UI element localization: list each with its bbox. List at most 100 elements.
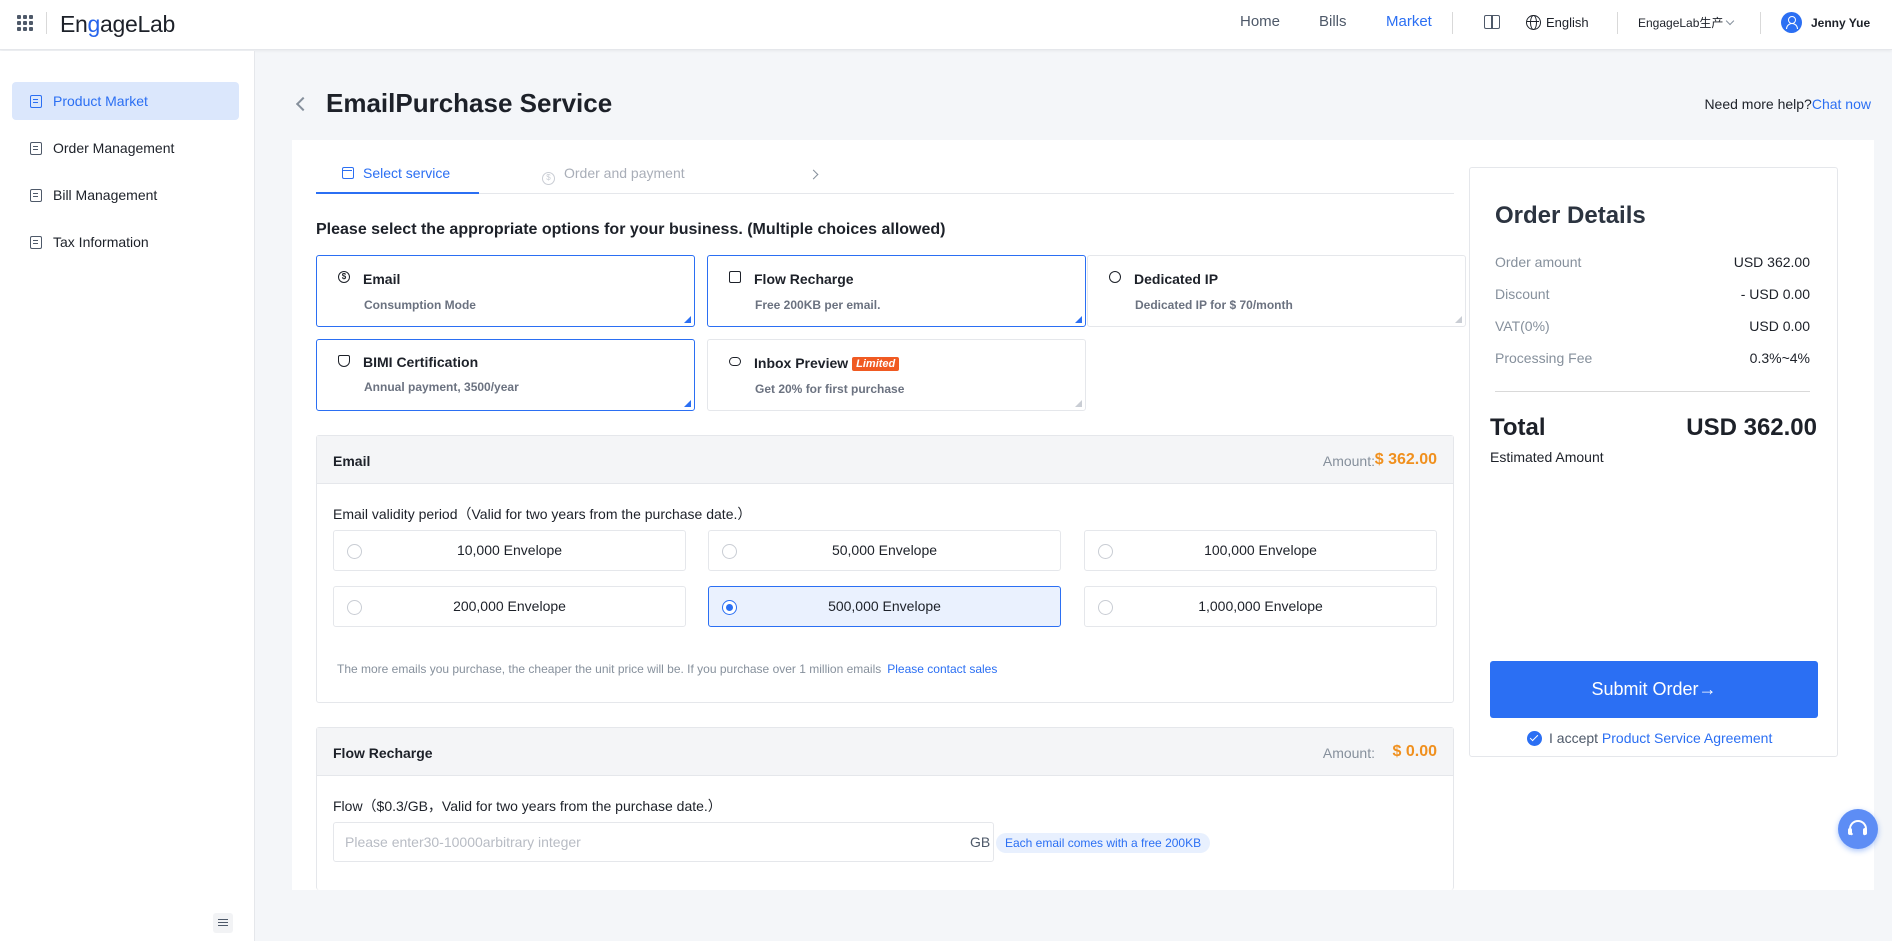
sidebar-item-label: Order Management bbox=[53, 140, 175, 156]
help-label: Need more help? bbox=[1704, 96, 1812, 112]
estimated-label: Estimated Amount bbox=[1490, 449, 1604, 465]
divider bbox=[1760, 12, 1761, 34]
total-label: Total bbox=[1490, 414, 1546, 441]
sidebar-item-label: Bill Management bbox=[53, 187, 158, 203]
option-subtitle: Annual payment, 3500/year bbox=[364, 380, 519, 394]
option-flow-recharge[interactable]: Flow Recharge Free 200KB per email. bbox=[707, 255, 1086, 327]
divider bbox=[46, 12, 47, 34]
divider bbox=[1452, 12, 1453, 34]
sidebar-item-label: Product Market bbox=[53, 93, 148, 109]
option-subtitle: Get 20% for first purchase bbox=[755, 382, 905, 396]
step-select-service[interactable]: Select service bbox=[316, 156, 479, 194]
radio-button[interactable] bbox=[722, 600, 737, 615]
collapse-sidebar-icon[interactable] bbox=[213, 913, 233, 933]
corner-icon bbox=[1455, 316, 1462, 323]
radio-button[interactable] bbox=[722, 544, 737, 559]
order-title: Order Details bbox=[1495, 202, 1646, 229]
option-title: Email bbox=[363, 271, 401, 287]
option-title: BIMI Certification bbox=[363, 354, 479, 370]
amount-value: $ 362.00 bbox=[1374, 451, 1437, 468]
envelope-option[interactable]: 200,000 Envelope bbox=[333, 586, 686, 627]
radio-button[interactable] bbox=[1098, 544, 1113, 559]
book-icon[interactable] bbox=[1484, 15, 1500, 29]
radio-button[interactable] bbox=[347, 600, 362, 615]
user-name[interactable]: Jenny Yue bbox=[1811, 16, 1870, 30]
step-label: Select service bbox=[363, 165, 451, 181]
order-icon bbox=[30, 142, 42, 155]
sidebar-item-label: Tax Information bbox=[53, 234, 149, 250]
customer-support-icon[interactable] bbox=[1838, 809, 1878, 849]
free-info-tag: Each email comes with a free 200KB bbox=[996, 833, 1211, 853]
nav-home[interactable]: Home bbox=[1240, 0, 1280, 50]
submit-order-button[interactable]: Submit Order→ bbox=[1490, 661, 1818, 718]
page-title: EmailPurchase Service bbox=[326, 88, 613, 118]
pricing-note: The more emails you purchase, the cheape… bbox=[337, 662, 997, 676]
envelope-label: 200,000 Envelope bbox=[453, 598, 566, 614]
help-text: Need more help?Chat now bbox=[1704, 96, 1871, 112]
selected-corner-icon bbox=[1075, 316, 1082, 323]
agreement-link[interactable]: Product Service Agreement bbox=[1602, 730, 1772, 746]
section-header: Email Amount: $ 362.00 bbox=[317, 436, 1453, 484]
contact-sales-link[interactable]: Please contact sales bbox=[887, 662, 997, 676]
sidebar: Product Market Order Management Bill Man… bbox=[0, 51, 255, 941]
order-row-value: 0.3%~4% bbox=[1749, 350, 1810, 366]
option-dedicated-ip[interactable]: Dedicated IP Dedicated IP for $ 70/month bbox=[1087, 255, 1466, 327]
option-inbox-preview[interactable]: Inbox Preview Limited Get 20% for first p… bbox=[707, 339, 1086, 411]
calendar-icon bbox=[342, 167, 354, 179]
language-selector[interactable]: English bbox=[1546, 15, 1589, 30]
option-title-text: Inbox Preview bbox=[754, 355, 849, 371]
org-selector[interactable]: EngageLab生产 bbox=[1638, 14, 1735, 31]
option-title: Flow Recharge bbox=[754, 271, 854, 287]
radio-button[interactable] bbox=[347, 544, 362, 559]
envelope-label: 1,000,000 Envelope bbox=[1198, 598, 1323, 614]
stepper: Select service $ Order and payment bbox=[316, 156, 1454, 194]
nav-market[interactable]: Market bbox=[1386, 0, 1432, 50]
amount-label: Amount: bbox=[1322, 453, 1375, 469]
sidebar-item-order-management[interactable]: Order Management bbox=[12, 129, 239, 167]
option-bimi-certification[interactable]: BIMI Certification Annual payment, 3500/… bbox=[316, 339, 695, 411]
engagelab-logo[interactable]: EngageLab bbox=[60, 11, 175, 38]
section-title: Email bbox=[333, 453, 371, 469]
order-row-value: USD 0.00 bbox=[1749, 318, 1810, 334]
order-row-value: - USD 0.00 bbox=[1740, 286, 1810, 302]
sidebar-item-tax-information[interactable]: Tax Information bbox=[12, 223, 239, 261]
section-heading: Please select the appropriate options fo… bbox=[316, 221, 946, 238]
envelope-option[interactable]: 1,000,000 Envelope bbox=[1084, 586, 1437, 627]
section-header: Flow Recharge Amount: $ 0.00 bbox=[317, 728, 1453, 776]
clipboard-icon bbox=[30, 95, 42, 108]
flow-gb-input[interactable] bbox=[333, 822, 994, 862]
globe-icon bbox=[1109, 271, 1121, 283]
order-row-value: USD 362.00 bbox=[1733, 254, 1810, 270]
envelope-option[interactable]: 50,000 Envelope bbox=[708, 530, 1061, 571]
agreement-row: I accept Product Service Agreement bbox=[1527, 728, 1772, 746]
agreement-checkbox[interactable] bbox=[1527, 731, 1542, 746]
order-details-panel: Order Details Order amount USD 362.00 Dis… bbox=[1469, 167, 1838, 757]
chat-now-link[interactable]: Chat now bbox=[1812, 96, 1871, 112]
envelope-option[interactable]: 100,000 Envelope bbox=[1084, 530, 1437, 571]
radio-button[interactable] bbox=[1098, 600, 1113, 615]
globe-icon[interactable] bbox=[1526, 15, 1541, 30]
sidebar-item-bill-management[interactable]: Bill Management bbox=[12, 176, 239, 214]
envelope-label: 10,000 Envelope bbox=[456, 542, 563, 558]
option-email[interactable]: $ Email Consumption Mode bbox=[316, 255, 695, 327]
step-order-payment[interactable]: $ Order and payment bbox=[542, 156, 685, 194]
shield-icon bbox=[338, 355, 350, 367]
org-name: EngageLab生产 bbox=[1638, 16, 1724, 30]
step-label: Order and payment bbox=[564, 165, 685, 181]
option-subtitle: Free 200KB per email. bbox=[755, 298, 881, 312]
sidebar-item-product-market[interactable]: Product Market bbox=[12, 82, 239, 120]
apps-grid-icon[interactable] bbox=[17, 15, 33, 31]
avatar[interactable] bbox=[1781, 12, 1802, 33]
amount-value: $ 0.00 bbox=[1392, 743, 1437, 760]
order-row-label: Discount bbox=[1495, 286, 1550, 302]
nav-bills[interactable]: Bills bbox=[1319, 0, 1347, 50]
ticket-icon bbox=[30, 236, 42, 249]
top-bar: EngageLab Home Bills Market English Enga… bbox=[0, 0, 1892, 50]
eye-icon bbox=[729, 357, 741, 366]
dollar-circle-icon: $ bbox=[338, 271, 350, 283]
selected-corner-icon bbox=[684, 400, 691, 407]
corner-icon bbox=[1075, 400, 1082, 407]
envelope-option-selected[interactable]: 500,000 Envelope bbox=[708, 586, 1061, 627]
envelope-option[interactable]: 10,000 Envelope bbox=[333, 530, 686, 571]
back-arrow-icon[interactable] bbox=[295, 96, 311, 112]
